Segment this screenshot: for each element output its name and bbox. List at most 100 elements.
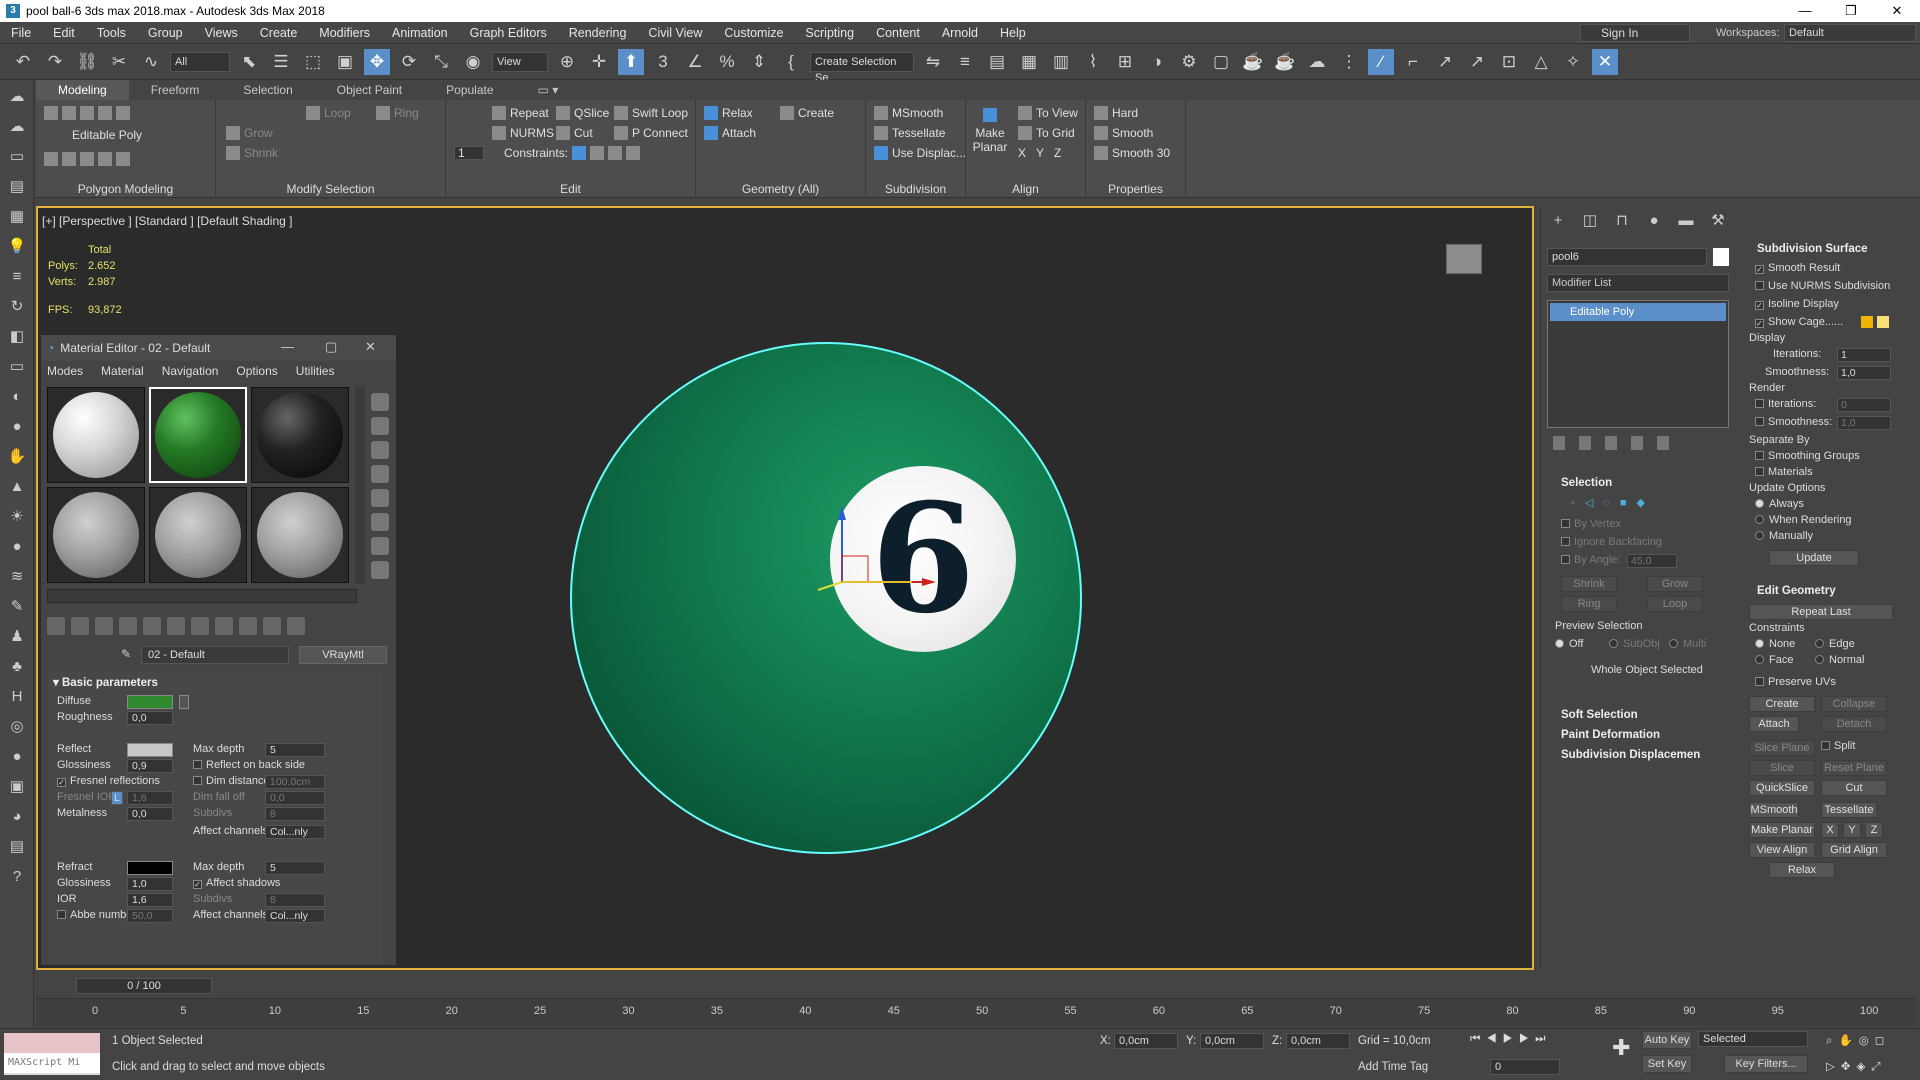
glossiness-field[interactable]: 0,9 [127,759,173,773]
tab-object-paint[interactable]: Object Paint [315,80,424,100]
tool-e-icon[interactable]: △ [1528,49,1554,75]
sample-type-icon[interactable] [371,393,389,411]
sphere-icon[interactable]: ● [4,414,30,440]
smooth-result-checkbox[interactable]: ✓ Smooth Result [1755,262,1840,274]
geo-x-button[interactable]: X [1821,822,1839,838]
dim-distance-checkbox[interactable]: Dim distance [193,775,270,787]
viewcube[interactable] [1446,244,1482,274]
menu-civil-view[interactable]: Civil View [637,22,713,44]
track-bar[interactable]: 0 5 10 15 20 25 30 35 40 45 50 55 60 65 70 75 80 85 90 95 10… [36,998,1916,1026]
background-icon[interactable] [371,441,389,459]
fresnel-ior-lock[interactable]: L [111,791,123,805]
cut-button[interactable]: Cut [556,126,593,140]
hard-button[interactable]: Hard [1094,106,1138,120]
material-slot-gray-3[interactable] [251,487,349,583]
repeat-button[interactable]: Repeat [492,106,549,120]
key-filters-button[interactable]: Key Filters... [1724,1055,1808,1073]
tool-b-icon[interactable]: ↗ [1432,49,1458,75]
go-to-parent-icon[interactable] [263,617,281,635]
keyboard-shortcut-icon[interactable]: ⬆ [618,48,644,75]
pivot-center-icon[interactable]: ⊕ [554,49,580,75]
undo-icon[interactable]: ↶ [10,49,36,75]
geo-msmooth-button[interactable]: MSmooth [1749,802,1799,818]
manipulate-icon[interactable]: ✛ [586,49,612,75]
auto-key-button[interactable]: Auto Key [1642,1031,1692,1049]
window-crossing-icon[interactable]: ▣ [332,49,358,75]
tool-3-icon[interactable] [80,152,94,166]
affect-shadows-checkbox[interactable]: ✓ Affect shadows [193,877,280,889]
hierarchy-tab-icon[interactable]: ⊓ [1611,210,1633,232]
unlink-icon[interactable]: ✂ [106,49,132,75]
x-coordinate-field[interactable]: 0,0cm [1114,1033,1178,1049]
get-material-icon[interactable] [47,617,65,635]
maximize-button[interactable]: ❐ [1828,0,1874,22]
render-iterative-icon[interactable]: ☕ [1272,49,1298,75]
redo-icon[interactable]: ↷ [42,49,68,75]
select-by-material-icon[interactable] [371,561,389,579]
schematic-view-icon[interactable]: ⊞ [1112,49,1138,75]
preserve-uvs-checkbox[interactable]: Preserve UVs [1755,676,1836,688]
scene-explorer-icon[interactable]: ▤ [984,49,1010,75]
edit-named-selection-icon[interactable]: { [778,49,804,75]
properties-title[interactable]: Properties [1086,182,1185,196]
basic-parameters-title[interactable]: ▾ Basic parameters [53,675,158,689]
maxscript-mini-listener[interactable]: MAXScript Mi [4,1053,100,1073]
tool-d-icon[interactable]: ⊡ [1496,49,1522,75]
reflect-back-checkbox[interactable]: Reflect on back side [193,759,305,771]
sel-grow-button[interactable]: Grow [1647,576,1703,592]
eyedropper-icon[interactable]: ✎ [121,647,131,661]
menu-content[interactable]: Content [865,22,931,44]
loop-button[interactable]: Loop [306,106,351,120]
rect-selection-icon[interactable]: ⬚ [300,49,326,75]
display-icon[interactable]: ▭ [4,144,30,170]
curve-editor-icon[interactable]: ⌇ [1080,49,1106,75]
grid-icon[interactable]: ▦ [4,204,30,230]
create-button[interactable]: Create [780,106,834,120]
motion-tab-icon[interactable]: ● [1643,210,1665,232]
constraint-edge-icon[interactable] [590,146,604,160]
sun-icon[interactable]: ☀ [4,504,30,530]
menu-rendering[interactable]: Rendering [558,22,638,44]
refract-subdivs-field[interactable]: 8 [265,893,325,907]
by-vertex-checkbox[interactable]: By Vertex [1561,518,1621,530]
tree-icon[interactable]: ♣ [4,654,30,680]
tool-4-icon[interactable] [98,152,112,166]
globe-icon[interactable]: ◕ [4,804,30,830]
refract-affect-channels-select[interactable]: Col...nly [265,909,325,923]
z-coordinate-field[interactable]: 0,0cm [1286,1033,1350,1049]
put-to-library-icon[interactable] [167,617,185,635]
snaps-toggle-icon[interactable]: 3 [650,49,676,75]
isoline-display-checkbox[interactable]: ✓ Isoline Display [1755,298,1839,310]
use-displacement-button[interactable]: Use Displac... [874,146,966,160]
ior-field[interactable]: 1,6 [127,893,173,907]
selection-filter-select[interactable]: All [170,51,230,72]
collapse-button[interactable]: Collapse [1821,696,1887,712]
subdivision-displacement-rollout[interactable]: Subdivision Displacemen [1547,746,1727,764]
tool-5-icon[interactable] [116,152,130,166]
update-rendering-radio[interactable]: When Rendering [1755,514,1852,526]
subdivs-field[interactable]: 8 [265,807,325,821]
menu-tools[interactable]: Tools [86,22,137,44]
playback-controls[interactable]: ⏮◀▶▶⏭ [1470,1033,1551,1046]
align-icon[interactable]: ≡ [952,49,978,75]
smoothing-groups-checkbox[interactable]: Smoothing Groups [1755,450,1860,462]
menu-modifiers[interactable]: Modifiers [308,22,381,44]
show-shaded-icon[interactable] [215,617,233,635]
modify-selection-title[interactable]: Modify Selection [216,182,445,196]
workspace-select[interactable]: Default [1784,24,1916,42]
rendered-frame-icon[interactable]: ▢ [1208,49,1234,75]
blue-sphere-icon[interactable]: ● [4,744,30,770]
edit-geometry-rollout[interactable]: Edit Geometry [1743,582,1920,600]
geo-z-button[interactable]: Z [1865,822,1883,838]
material-slot-green[interactable] [149,387,247,483]
hf-icon[interactable]: H [4,684,30,710]
dim-distance-field[interactable]: 100,0cm [265,775,325,789]
smooth-button[interactable]: Smooth [1094,126,1153,140]
vertex-icon[interactable] [44,106,58,120]
render-setup-icon[interactable]: ⚙ [1176,49,1202,75]
mat-close-button[interactable]: ✕ [365,339,376,355]
mat-menu-modes[interactable]: Modes [47,364,83,378]
make-unique-stack-icon[interactable] [1605,436,1617,450]
geo-tessellate-button[interactable]: Tessellate [1821,802,1877,818]
make-unique-icon[interactable] [143,617,161,635]
